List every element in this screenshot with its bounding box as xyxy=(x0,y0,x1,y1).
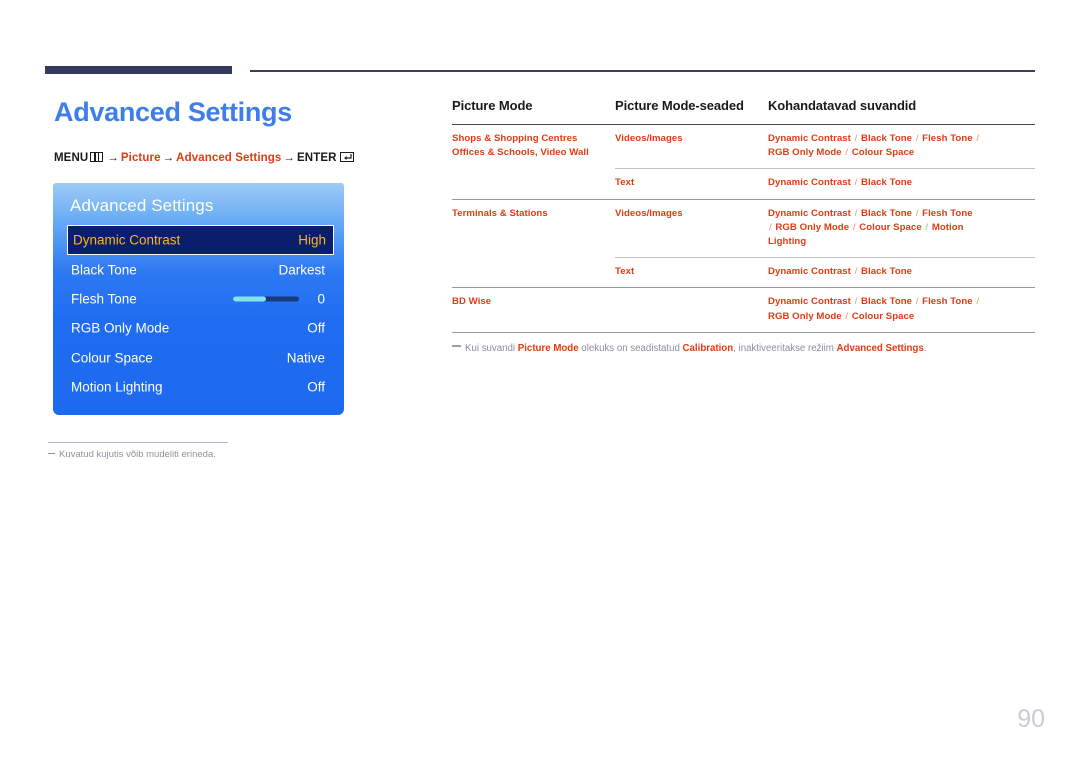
table-header-picture-mode: Picture Mode xyxy=(452,98,533,113)
enter-label: ENTER xyxy=(297,152,337,164)
flesh-tone-slider[interactable] xyxy=(233,296,299,302)
menu-bars-icon xyxy=(90,152,104,162)
cell-line: Dynamic Contrast / Black Tone / Flesh To… xyxy=(768,133,980,144)
table-cell-custom-options: Dynamic Contrast / Black Tone / Flesh To… xyxy=(768,198,1035,258)
osd-item-value: High xyxy=(298,232,326,248)
table-row: Terminals & Stations Videos/Images Dynam… xyxy=(452,198,1035,258)
right-footnote-t3: , inaktiveeritakse režiim xyxy=(733,343,837,354)
table-header-custom-options: Kohandatavad suvandid xyxy=(768,98,917,113)
osd-item-value: Off xyxy=(307,320,325,336)
table-cell-mode-setting: Videos/Images xyxy=(615,198,768,258)
right-footnote-t4: . xyxy=(923,343,927,354)
osd-panel: Advanced Settings Dynamic Contrast High … xyxy=(53,183,344,415)
note-dash-icon xyxy=(452,345,461,347)
picture-mode-table: Picture Mode Picture Mode-seaded Kohanda… xyxy=(452,98,1035,332)
table-header-picture-mode-settings: Picture Mode-seaded xyxy=(615,98,744,113)
table-row: Shops & Shopping Centres Offices & Schoo… xyxy=(452,125,1035,169)
osd-item-rgb-only-mode[interactable]: RGB Only Mode Off xyxy=(53,314,344,343)
osd-item-value: Darkest xyxy=(278,262,325,278)
table-cell-picture-mode xyxy=(452,169,615,199)
menu-label: MENU xyxy=(54,152,89,164)
table-cell-mode-setting xyxy=(615,287,768,332)
header-divider-line xyxy=(250,70,1035,72)
osd-item-label: Dynamic Contrast xyxy=(73,232,181,248)
table-cell-picture-mode: Terminals & Stations xyxy=(452,198,615,258)
table-row: Text Dynamic Contrast / Black Tone xyxy=(452,257,1035,288)
menu-path-advanced-settings: Advanced Settings xyxy=(176,152,282,164)
table-bottom-divider xyxy=(452,332,1035,334)
osd-item-label: Colour Space xyxy=(71,350,153,366)
menu-path-picture: Picture xyxy=(120,152,161,164)
table-cell-custom-options: Dynamic Contrast / Black Tone / Flesh To… xyxy=(768,287,1035,332)
table-row: BD Wise Dynamic Contrast / Black Tone / … xyxy=(452,287,1035,332)
table-cell-mode-setting: Text xyxy=(615,168,768,200)
page-number: 90 xyxy=(1017,705,1045,733)
osd-item-label: RGB Only Mode xyxy=(71,320,170,336)
cell-line: Dynamic Contrast / Black Tone / Flesh To… xyxy=(768,207,973,219)
osd-item-value: Off xyxy=(307,379,325,395)
table-cell-picture-mode: BD Wise xyxy=(452,287,615,332)
table-cell-mode-setting: Videos/Images xyxy=(615,133,683,144)
osd-item-dynamic-contrast[interactable]: Dynamic Contrast High xyxy=(67,225,334,255)
table-cell-custom-options: Dynamic Contrast / Black Tone xyxy=(768,257,1035,288)
path-arrow-2: → xyxy=(162,152,175,164)
table-cell-custom-options: Dynamic Contrast / Black Tone / Flesh To… xyxy=(768,125,1035,169)
left-footnote: Kuvatud kujutis võib mudeliti erineda. xyxy=(48,449,216,460)
cell-line: BD Wise xyxy=(452,296,492,308)
right-footnote-t2: olekuks on seadistatud xyxy=(578,343,683,354)
right-footnote-b2: Calibration xyxy=(682,343,734,354)
osd-item-label: Flesh Tone xyxy=(71,291,137,307)
right-footnote: Kui suvandi Picture Mode olekuks on sead… xyxy=(452,343,926,354)
right-footnote-b1: Picture Mode xyxy=(517,343,579,354)
header-accent-bar xyxy=(45,66,232,74)
cell-line: Dynamic Contrast / Black Tone xyxy=(768,177,913,189)
table-cell-mode-setting: Text xyxy=(615,257,768,288)
osd-item-black-tone[interactable]: Black Tone Darkest xyxy=(53,255,344,284)
osd-item-label: Motion Lighting xyxy=(71,379,163,395)
cell-line: Dynamic Contrast / Black Tone xyxy=(768,266,913,278)
path-arrow-3: → xyxy=(283,152,296,164)
left-footnote-text: Kuvatud kujutis võib mudeliti erineda. xyxy=(59,449,216,460)
enter-return-icon xyxy=(339,152,354,162)
path-arrow-1: → xyxy=(107,152,119,164)
osd-panel-title: Advanced Settings xyxy=(70,196,214,215)
osd-item-label: Black Tone xyxy=(71,262,137,278)
slider-fill xyxy=(233,296,266,302)
note-dash-icon xyxy=(48,452,55,454)
cell-line: Lighting xyxy=(768,235,807,247)
table-cell-picture-mode: Shops & Shopping Centres Offices & Schoo… xyxy=(452,125,615,169)
osd-item-colour-space[interactable]: Colour Space Native xyxy=(53,343,344,372)
osd-item-value: 0 xyxy=(317,291,325,307)
table-cell-picture-mode xyxy=(452,258,615,288)
page-title: Advanced Settings xyxy=(54,97,292,127)
cell-line: Terminals & Stations xyxy=(452,207,548,219)
osd-menu-list: Dynamic Contrast High Black Tone Darkest… xyxy=(53,225,344,402)
cell-line: Dynamic Contrast / Black Tone / Flesh To… xyxy=(768,296,980,308)
osd-item-motion-lighting[interactable]: Motion Lighting Off xyxy=(53,373,344,402)
cell-line: Shops & Shopping Centres xyxy=(452,133,578,144)
cell-line: RGB Only Mode / Colour Space xyxy=(768,147,915,159)
osd-item-value: Native xyxy=(286,350,325,366)
menu-path-breadcrumb: MENU → Picture → Advanced Settings → ENTER xyxy=(54,152,354,164)
osd-item-flesh-tone[interactable]: Flesh Tone 0 xyxy=(53,284,344,313)
cell-line: / RGB Only Mode / Colour Space / Motion xyxy=(769,221,964,233)
cell-line: Offices & Schools, Video Wall xyxy=(452,147,589,159)
right-footnote-b3: Advanced Settings xyxy=(836,343,924,354)
right-footnote-t1: Kui suvandi xyxy=(465,343,518,354)
cell-line: RGB Only Mode / Colour Space xyxy=(768,310,915,322)
table-header-row: Picture Mode Picture Mode-seaded Kohanda… xyxy=(452,98,1035,125)
left-note-divider xyxy=(48,442,228,443)
table-row: Text Dynamic Contrast / Black Tone xyxy=(452,168,1035,200)
table-cell-custom-options: Dynamic Contrast / Black Tone xyxy=(768,168,1035,200)
